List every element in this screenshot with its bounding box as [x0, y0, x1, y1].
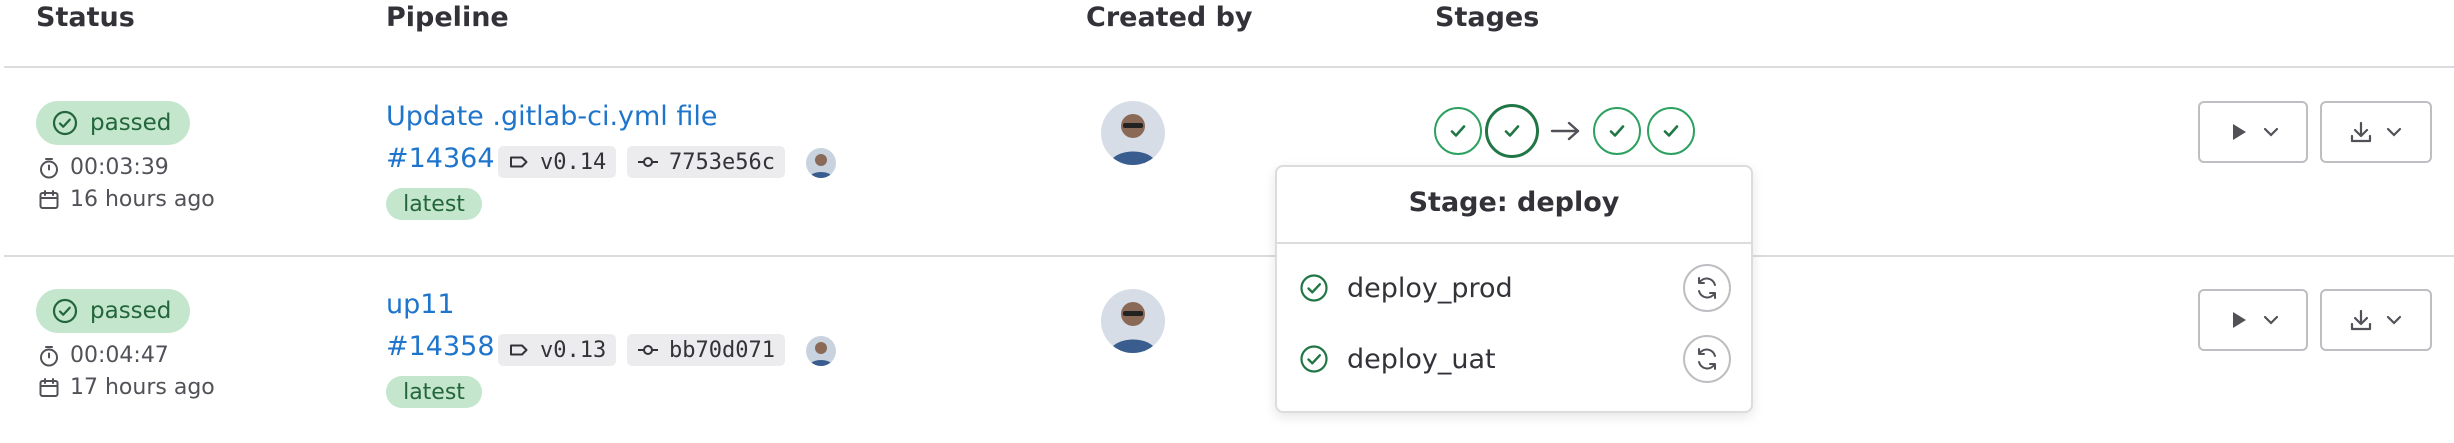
download-artifacts-button[interactable] — [2320, 101, 2432, 163]
avatar[interactable] — [1101, 289, 1165, 353]
check-circle-icon — [52, 110, 78, 136]
download-icon — [2350, 309, 2372, 331]
header-created-by: Created by — [1086, 2, 1253, 33]
pipeline-id-link[interactable]: #14358 — [386, 331, 495, 362]
table-row: passed 00:04:47 17 hours ago up11 #14358… — [0, 256, 2454, 443]
header-pipeline: Pipeline — [386, 2, 509, 33]
download-artifacts-button[interactable] — [2320, 289, 2432, 351]
chevron-down-icon — [2386, 127, 2402, 137]
pipeline-id-link[interactable]: #14364 — [386, 143, 495, 174]
status-label: passed — [90, 298, 172, 324]
created-time: 17 hours ago — [38, 375, 215, 400]
header-status: Status — [36, 2, 135, 33]
calendar-icon — [39, 189, 59, 209]
stage-popover: Stage: deploy deploy_prod deploy_uat — [1275, 165, 1753, 413]
tag-text: v0.14 — [540, 149, 607, 175]
created-text: 16 hours ago — [70, 187, 215, 212]
created-text: 17 hours ago — [70, 375, 215, 400]
check-circle-icon — [52, 298, 78, 324]
pipelines-table: Status Pipeline Created by Stages passed… — [0, 0, 2454, 414]
created-time: 16 hours ago — [38, 187, 215, 212]
download-icon — [2350, 121, 2372, 143]
popover-divider — [1277, 242, 1751, 244]
latest-badge: latest — [386, 376, 482, 408]
duration-text: 00:03:39 — [70, 155, 169, 180]
check-circle-icon — [1300, 274, 1328, 302]
stage-check-icon[interactable] — [1434, 107, 1482, 155]
timer-icon — [40, 345, 58, 366]
chevron-down-icon — [2263, 315, 2279, 325]
pipeline-title-link[interactable]: up11 — [386, 289, 455, 320]
row-actions — [2198, 101, 2432, 163]
avatar[interactable] — [806, 336, 836, 366]
play-icon — [2233, 312, 2246, 328]
tag-text: v0.13 — [540, 337, 607, 363]
manual-actions-button[interactable] — [2198, 101, 2308, 163]
job-item-deploy-prod[interactable]: deploy_prod — [1299, 262, 1731, 314]
commit-chip[interactable]: 7753e56c — [627, 146, 785, 178]
tag-chip[interactable]: v0.14 — [498, 146, 617, 178]
manual-actions-button[interactable] — [2198, 289, 2308, 351]
retry-button[interactable] — [1683, 264, 1731, 312]
commit-text: 7753e56c — [669, 149, 775, 175]
play-icon — [2233, 124, 2246, 140]
header-stages: Stages — [1435, 2, 1540, 33]
timer-icon — [40, 157, 58, 178]
stage-graph — [1434, 104, 1695, 158]
job-item-deploy-uat[interactable]: deploy_uat — [1299, 333, 1731, 385]
latest-badge: latest — [386, 188, 482, 220]
duration: 00:04:47 — [38, 343, 169, 368]
tag-icon — [510, 344, 528, 356]
avatar[interactable] — [806, 148, 836, 178]
stage-check-icon[interactable] — [1485, 104, 1539, 158]
row-actions — [2198, 289, 2432, 351]
chevron-down-icon — [2263, 127, 2279, 137]
job-name: deploy_prod — [1347, 272, 1513, 304]
arrow-right-icon — [1550, 121, 1580, 141]
retry-icon — [1698, 348, 1716, 370]
status-badge[interactable]: passed — [36, 101, 190, 145]
retry-button[interactable] — [1683, 335, 1731, 383]
stage-check-icon[interactable] — [1647, 107, 1695, 155]
calendar-icon — [39, 377, 59, 397]
job-name: deploy_uat — [1347, 343, 1496, 375]
duration-text: 00:04:47 — [70, 343, 169, 368]
chevron-down-icon — [2386, 315, 2402, 325]
commit-icon — [638, 157, 658, 167]
commit-icon — [638, 345, 658, 355]
duration: 00:03:39 — [38, 155, 169, 180]
table-row: passed 00:03:39 16 hours ago Update .git… — [0, 68, 2454, 255]
status-badge[interactable]: passed — [36, 289, 190, 333]
avatar[interactable] — [1101, 101, 1165, 165]
tag-chip[interactable]: v0.13 — [498, 334, 617, 366]
stage-check-icon[interactable] — [1593, 107, 1641, 155]
commit-text: bb70d071 — [669, 337, 775, 363]
popover-title: Stage: deploy — [1408, 187, 1620, 218]
pipeline-title-link[interactable]: Update .gitlab-ci.yml file — [386, 101, 718, 132]
commit-chip[interactable]: bb70d071 — [627, 334, 785, 366]
check-circle-icon — [1300, 345, 1328, 373]
retry-icon — [1698, 277, 1716, 299]
tag-icon — [510, 156, 528, 168]
status-label: passed — [90, 110, 172, 136]
